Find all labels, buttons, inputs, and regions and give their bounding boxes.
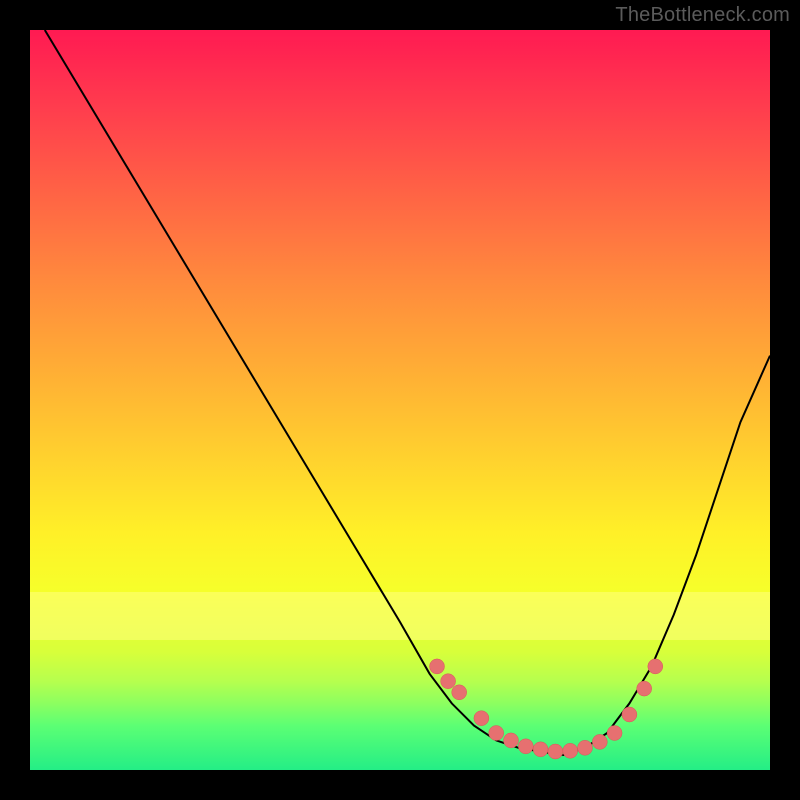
marker-dot bbox=[578, 740, 593, 755]
marker-dot bbox=[563, 743, 578, 758]
marker-dot bbox=[474, 711, 489, 726]
marker-dot bbox=[648, 659, 663, 674]
watermark-text: TheBottleneck.com bbox=[615, 4, 790, 27]
marker-dot bbox=[607, 726, 622, 741]
chart-svg bbox=[30, 30, 770, 770]
marker-dot bbox=[441, 674, 456, 689]
marker-dot bbox=[592, 734, 607, 749]
marker-dot bbox=[533, 742, 548, 757]
chart-stage: TheBottleneck.com bbox=[0, 0, 800, 800]
marker-group bbox=[430, 659, 663, 759]
marker-dot bbox=[452, 685, 467, 700]
curve-right bbox=[563, 356, 770, 756]
marker-dot bbox=[489, 726, 504, 741]
marker-dot bbox=[430, 659, 445, 674]
marker-dot bbox=[637, 681, 652, 696]
marker-dot bbox=[504, 733, 519, 748]
curve-left bbox=[45, 30, 563, 755]
plot-area bbox=[30, 30, 770, 770]
marker-dot bbox=[622, 707, 637, 722]
marker-dot bbox=[518, 739, 533, 754]
marker-dot bbox=[548, 744, 563, 759]
